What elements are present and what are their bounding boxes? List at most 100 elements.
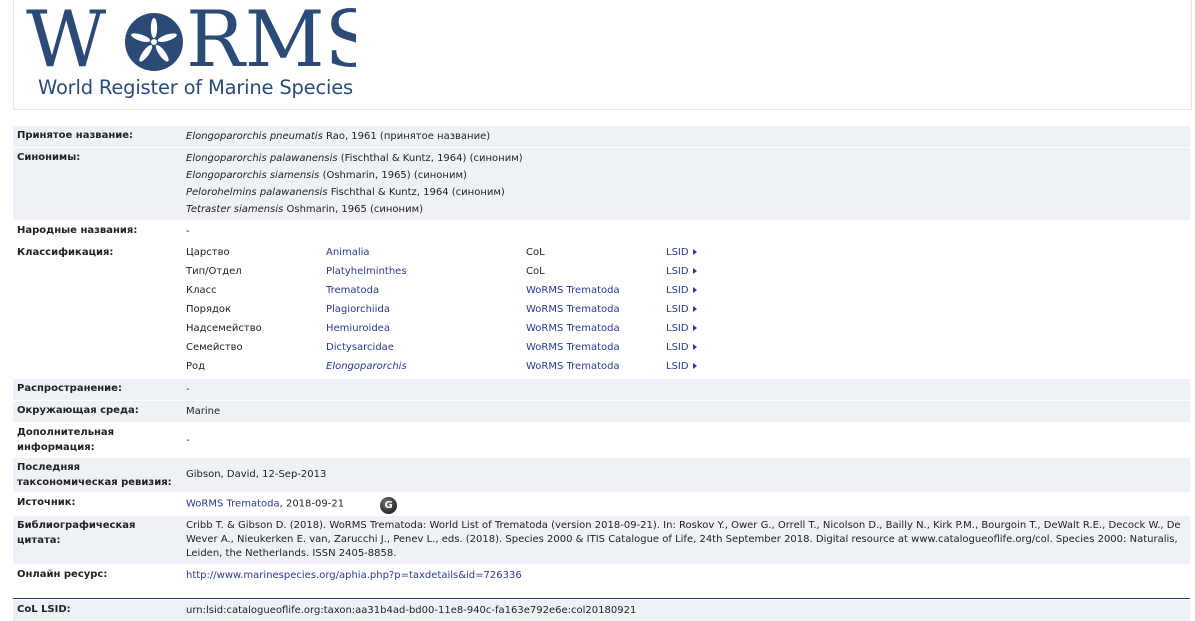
lsid-link[interactable]: LSID [666, 243, 726, 262]
synonym-item: Tetraster siamensis Oshmarin, 1965 (сино… [186, 201, 1186, 218]
lsid-text[interactable]: LSID [666, 247, 689, 258]
label-source: Источник: [17, 497, 76, 508]
rank-label: Надсемейство [186, 323, 262, 334]
synonym-authority: (Fischthal & Kuntz, 1964) (синоним) [337, 153, 523, 164]
synonym-item: Pelorohelmins palawanensis Fischthal & K… [186, 184, 1186, 201]
rank-label: Тип/Отдел [186, 266, 242, 277]
lsid-text[interactable]: LSID [666, 266, 689, 277]
lsid-text[interactable]: LSID [666, 361, 689, 372]
label-line: Последняя [17, 462, 81, 473]
source-link[interactable]: WoRMS Trematoda [186, 499, 280, 510]
label-distribution: Распространение: [17, 383, 122, 394]
distribution-value: - [186, 384, 190, 395]
row-col-lsid: CoL LSID: urn:lsid:catalogueoflife.org:t… [13, 598, 1190, 621]
classification-row: Надсемейство Hemiuroidea WoRMS Trematoda… [186, 319, 1186, 338]
synonym-name: Elongoparorchis palawanensis [186, 153, 338, 164]
google-g-icon[interactable]: G [380, 497, 398, 514]
rank-label: Класс [186, 285, 217, 296]
label-line: цитата: [17, 534, 61, 546]
additional-info-value: - [186, 435, 190, 446]
row-accepted-name: Принятое название: Elongoparorchis pneum… [13, 125, 1190, 147]
classification-row: Род Elongoparorchis WoRMS Trematoda LSID [186, 357, 1186, 376]
triangle-right-icon [692, 363, 697, 369]
synonym-item: Elongoparorchis palawanensis (Fischthal … [186, 150, 1186, 167]
lsid-link[interactable]: LSID [666, 281, 726, 300]
classification-row: Семейство Dictysarcidae WoRMS Trematoda … [186, 338, 1186, 357]
rank-label: Род [186, 361, 206, 372]
lsid-link[interactable]: LSID [666, 319, 726, 338]
source-text: CoL [526, 266, 545, 277]
accepted-name-value: Elongoparorchis pneumatis Rao, 1961 (при… [182, 126, 1190, 147]
label-online-resource: Онлайн ресурс: [17, 568, 108, 580]
synonym-item: Elongoparorchis siamensis (Oshmarin, 196… [186, 167, 1186, 184]
worms-logo[interactable]: W RMS World Register of Marine Species [26, 2, 356, 102]
source-link[interactable]: WoRMS Trematoda [526, 281, 666, 300]
taxon-details-table: Принятое название: Elongoparorchis pneum… [13, 125, 1190, 621]
classification-row: Порядок Plagiorchiida WoRMS Trematoda LS… [186, 300, 1186, 319]
taxon-link[interactable]: Elongoparorchis [326, 357, 526, 376]
triangle-right-icon [692, 268, 697, 274]
source-link[interactable]: WoRMS Trematoda [526, 319, 666, 338]
synonym-authority: (Oshmarin, 1965) (синоним) [319, 170, 467, 181]
lsid-link[interactable]: LSID [666, 300, 726, 319]
classification-row: Класс Trematoda WoRMS Trematoda LSID [186, 281, 1186, 300]
synonym-authority: Fischthal & Kuntz, 1964 (синоним) [327, 187, 505, 198]
logo-letter-w: W [26, 2, 106, 77]
lsid-link[interactable]: LSID [666, 262, 726, 281]
online-resource-link[interactable]: http://www.marinespecies.org/aphia.php?p… [186, 570, 522, 581]
row-citation: Библиографическая цитата: Cribb T. & Gib… [13, 514, 1190, 564]
label-environment: Окружающая среда: [17, 405, 139, 416]
row-vernacular: Народные названия: - [13, 220, 1190, 242]
worms-logo-mark: W RMS [26, 2, 356, 77]
lsid-text[interactable]: LSID [666, 304, 689, 315]
taxon-link[interactable]: Dictysarcidae [326, 338, 526, 357]
taxon-link[interactable]: Plagiorchiida [326, 300, 526, 319]
row-source: Источник: WoRMS Trematoda, 2018-09-21 G [13, 492, 1190, 515]
label-synonyms: Синонимы: [17, 152, 81, 163]
triangle-right-icon [692, 306, 697, 312]
row-synonyms: Синонимы: Elongoparorchis palawanensis (… [13, 147, 1190, 220]
col-lsid-value: urn:lsid:catalogueoflife.org:taxon:aa31b… [186, 604, 637, 616]
lsid-link[interactable]: LSID [666, 357, 726, 376]
source-date: , 2018-09-21 [279, 498, 345, 510]
triangle-right-icon [692, 249, 697, 255]
rank-label: Царство [186, 247, 230, 258]
source-text: CoL [526, 247, 545, 258]
synonyms-list: Elongoparorchis palawanensis (Fischthal … [182, 148, 1190, 220]
accepted-name-authority: Rao, 1961 (принятое название) [322, 131, 491, 142]
source-link[interactable]: WoRMS Trematoda [526, 357, 666, 376]
online-resource-value: http://www.marinespecies.org/aphia.php?p… [182, 565, 1190, 595]
taxon-link[interactable]: Platyhelminthes [326, 262, 526, 281]
label-vernacular: Народные названия: [17, 225, 138, 236]
label-classification: Классификация: [17, 247, 114, 258]
lsid-link[interactable]: LSID [666, 338, 726, 357]
lsid-text[interactable]: LSID [666, 342, 689, 353]
accepted-name-italic: Elongoparorchis pneumatis [186, 131, 323, 142]
label-line: информация: [17, 442, 95, 453]
citation-value: Cribb T. & Gibson D. (2018). WoRMS Trema… [186, 519, 1181, 559]
sand-dollar-icon [125, 13, 183, 71]
last-revision-value: Gibson, David, 12-Sep-2013 [186, 469, 327, 480]
taxon-link[interactable]: Animalia [326, 243, 526, 262]
label-line: Дополнительная [17, 427, 115, 438]
row-distribution: Распространение: - [13, 378, 1190, 400]
lsid-text[interactable]: LSID [666, 285, 689, 296]
vernacular-value: - [186, 226, 190, 237]
taxon-link[interactable]: Hemiuroidea [326, 319, 526, 338]
source-link[interactable]: WoRMS Trematoda [526, 300, 666, 319]
source-link[interactable]: WoRMS Trematoda [526, 338, 666, 357]
rank-label: Порядок [186, 304, 232, 315]
label-accepted-name: Принятое название: [17, 130, 134, 141]
rank-label: Семейство [186, 342, 243, 353]
taxon-link[interactable]: Trematoda [326, 281, 526, 300]
row-classification: Классификация: Царство Animalia CoL LSID… [13, 242, 1190, 378]
classification-list: Царство Animalia CoL LSID Тип/Отдел Plat… [182, 243, 1190, 378]
site-header: W RMS World Register of Marine Species [13, 0, 1192, 110]
row-additional-info: Дополнительная информация: - [13, 422, 1190, 457]
lsid-text[interactable]: LSID [666, 323, 689, 334]
row-environment: Окружающая среда: Marine [13, 400, 1190, 422]
triangle-right-icon [692, 287, 697, 293]
synonym-name: Tetraster siamensis [186, 204, 284, 215]
logo-subtitle: World Register of Marine Species [38, 76, 353, 99]
label-line: Библиографическая [17, 519, 136, 531]
